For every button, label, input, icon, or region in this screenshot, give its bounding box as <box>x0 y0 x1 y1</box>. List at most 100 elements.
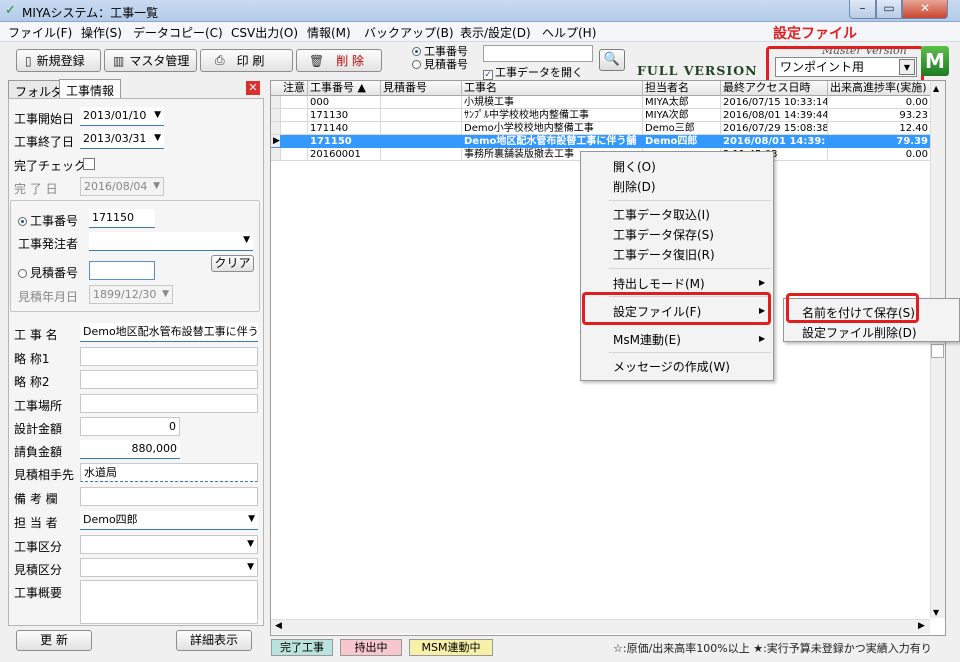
person-select[interactable]: Demo四郎 ▼ <box>80 511 258 530</box>
koji-name-field[interactable]: Demo地区配水管布設替工事に伴う舗 <box>80 323 258 342</box>
end-date-picker[interactable]: 2013/03/31 ▼ <box>80 130 164 149</box>
table-row[interactable]: 000 小規模工事 MIYA太郎 2016/07/15 10:33:14 0.00 <box>271 96 931 109</box>
done-date-picker[interactable]: 2016/08/04 ▼ <box>80 177 164 196</box>
col-header-last-access[interactable]: 最終アクセス日時 <box>721 81 828 96</box>
master-manage-label: マスタ管理 <box>129 54 190 68</box>
ctx-restore[interactable]: 工事データ復旧(R) <box>613 246 715 263</box>
koji-number-radio[interactable]: 工事番号 <box>18 212 78 229</box>
start-date-picker[interactable]: 2013/01/10 ▼ <box>80 107 164 126</box>
print-button[interactable]: ⎙ 印 刷 <box>200 49 293 72</box>
menu-data-copy[interactable]: データコピー(C) <box>133 24 223 41</box>
clear-button[interactable]: クリア <box>211 255 254 272</box>
cell-person: Demo三郎 <box>643 122 721 135</box>
delete-button[interactable]: 🗑 削 除 <box>296 49 382 72</box>
menu-file[interactable]: ファイル(F) <box>8 24 72 41</box>
minimize-button[interactable]: – <box>849 0 876 19</box>
note-label: 備 考 欄 <box>14 492 58 506</box>
mitsumori-number-field[interactable] <box>89 261 155 280</box>
cell-mitsumori-number <box>381 122 462 135</box>
cell-koji-name: 小規模工事 <box>462 96 643 109</box>
scroll-left-icon[interactable]: ◀ <box>275 621 282 631</box>
cell-koji-name: Demo地区配水管布設替工事に伴う舗 <box>462 135 643 148</box>
scroll-thumb[interactable] <box>931 344 944 358</box>
search-button[interactable]: 🔍 <box>599 49 625 71</box>
trash-icon: 🗑 <box>309 53 325 68</box>
detail-view-button[interactable]: 詳細表示 <box>176 630 252 651</box>
col-header-progress-rate[interactable]: 出来高進捗率(実施) <box>828 81 931 96</box>
short1-field[interactable] <box>80 347 258 366</box>
short1-label: 略 称1 <box>14 352 50 366</box>
cell-progress-rate: 0.00 <box>828 96 931 109</box>
ctx-save[interactable]: 工事データ保存(S) <box>613 226 714 243</box>
table-row[interactable]: 171140 Demo小学校校地内整備工事 Demo三郎 2016/07/29 15:… <box>271 122 931 135</box>
maximize-button[interactable]: ▭ <box>876 0 902 19</box>
chevron-down-icon: ▼ <box>247 562 254 572</box>
print-label: 印 刷 <box>236 54 265 68</box>
settings-file-callout: 設定ファイル <box>773 26 857 42</box>
cell-person: Demo四郎 <box>643 135 721 148</box>
scroll-up-icon[interactable]: ▲ <box>933 84 939 93</box>
menu-view-settings[interactable]: 表示/設定(D) <box>460 24 531 41</box>
estimate-to-field[interactable]: 水道局 <box>80 463 258 482</box>
update-button[interactable]: 更 新 <box>16 630 92 651</box>
close-window-button[interactable]: ✕ <box>902 0 948 19</box>
mitsu-kubun-select[interactable]: ▼ <box>80 558 258 577</box>
design-amount-field[interactable]: 0 <box>80 417 180 436</box>
radio-mitsumori-number[interactable]: 見積番号 <box>412 58 468 71</box>
close-icon[interactable]: ✕ <box>246 81 260 95</box>
radio-koji-number[interactable]: 工事番号 <box>412 45 468 58</box>
new-register-button[interactable]: ▯ 新規登録 <box>16 49 101 72</box>
done-checkbox[interactable] <box>83 158 95 170</box>
ctx-takeout-mode[interactable]: 持出しモード(M) <box>613 275 705 292</box>
short2-field[interactable] <box>80 370 258 389</box>
tab-koji-info[interactable]: 工事情報 <box>59 79 122 98</box>
radio-selected-icon <box>412 47 421 56</box>
col-header-mitsumori-number[interactable]: 見積番号 <box>381 81 462 96</box>
scroll-down-icon[interactable]: ▼ <box>933 608 939 617</box>
client-select[interactable]: ▼ <box>89 232 253 251</box>
cell-person: MIYA次郎 <box>643 109 721 122</box>
master-manage-button[interactable]: ▥ マスタ管理 <box>104 49 197 72</box>
mitsumori-number-radio[interactable]: 見積番号 <box>18 264 78 281</box>
short2-label: 略 称2 <box>14 375 50 389</box>
mitsumori-date-picker[interactable]: 1899/12/30 ▼ <box>89 285 173 304</box>
note-field[interactable] <box>80 487 258 506</box>
menu-help[interactable]: ヘルプ(H) <box>542 24 596 41</box>
col-header-caution[interactable]: 注意 <box>281 81 308 96</box>
search-input[interactable] <box>483 45 593 62</box>
submenu-arrow-icon: ▶ <box>759 334 766 343</box>
table-row[interactable]: ▶ 171150 Demo地区配水管布設替工事に伴う舗 Demo四郎 2016/08/0… <box>271 135 931 148</box>
cell-progress-rate: 79.39 <box>828 135 931 148</box>
col-header-koji-number[interactable]: 工事番号 ▲ <box>308 81 381 96</box>
menu-backup[interactable]: バックアップ(B) <box>364 24 454 41</box>
open-data-checkbox[interactable]: ✓ 工事データを開く <box>483 64 583 80</box>
col-header-koji-name[interactable]: 工事名 <box>462 81 643 96</box>
full-version-label: FULL VERSION <box>637 63 758 78</box>
ctx-create-message[interactable]: メッセージの作成(W) <box>613 358 730 375</box>
ctx-open[interactable]: 開く(O) <box>613 158 656 175</box>
ctx-msm-link[interactable]: MsM連動(E) <box>613 331 681 348</box>
chevron-down-icon: ▼ <box>154 110 161 120</box>
person-value: Demo四郎 <box>83 513 138 526</box>
mitsumori-date-label: 見積年月日 <box>18 290 79 304</box>
row-pointer <box>271 148 281 161</box>
contract-amount-field[interactable]: 880,000 <box>80 440 180 459</box>
place-field[interactable] <box>80 394 258 413</box>
summary-textarea[interactable] <box>80 580 258 624</box>
ctx-delete[interactable]: 削除(D) <box>613 178 656 195</box>
submenu-delete-settings[interactable]: 設定ファイル削除(D) <box>802 324 917 341</box>
ctx-import[interactable]: 工事データ取込(I) <box>613 206 710 223</box>
col-header-person[interactable]: 担当者名 <box>643 81 721 96</box>
menu-operation[interactable]: 操作(S) <box>81 24 122 41</box>
koji-kubun-select[interactable]: ▼ <box>80 535 258 554</box>
koji-number-field[interactable]: 171150 <box>89 209 155 228</box>
cell-last-access: 2016/07/29 15:08:38 <box>721 122 828 135</box>
horizontal-scrollbar[interactable] <box>271 619 930 634</box>
table-row[interactable]: 171130 ｻﾝﾌﾟﾙ中学校校地内整備工事 MIYA次郎 2016/08/01 14… <box>271 109 931 122</box>
row-pointer <box>271 122 281 135</box>
koji-kubun-label: 工事区分 <box>14 540 63 554</box>
scroll-right-icon[interactable]: ▶ <box>918 621 925 631</box>
menu-csv-output[interactable]: CSV出力(O) <box>231 24 298 41</box>
chevron-down-icon: ▼ <box>247 539 254 549</box>
menu-info[interactable]: 情報(M) <box>307 24 351 41</box>
